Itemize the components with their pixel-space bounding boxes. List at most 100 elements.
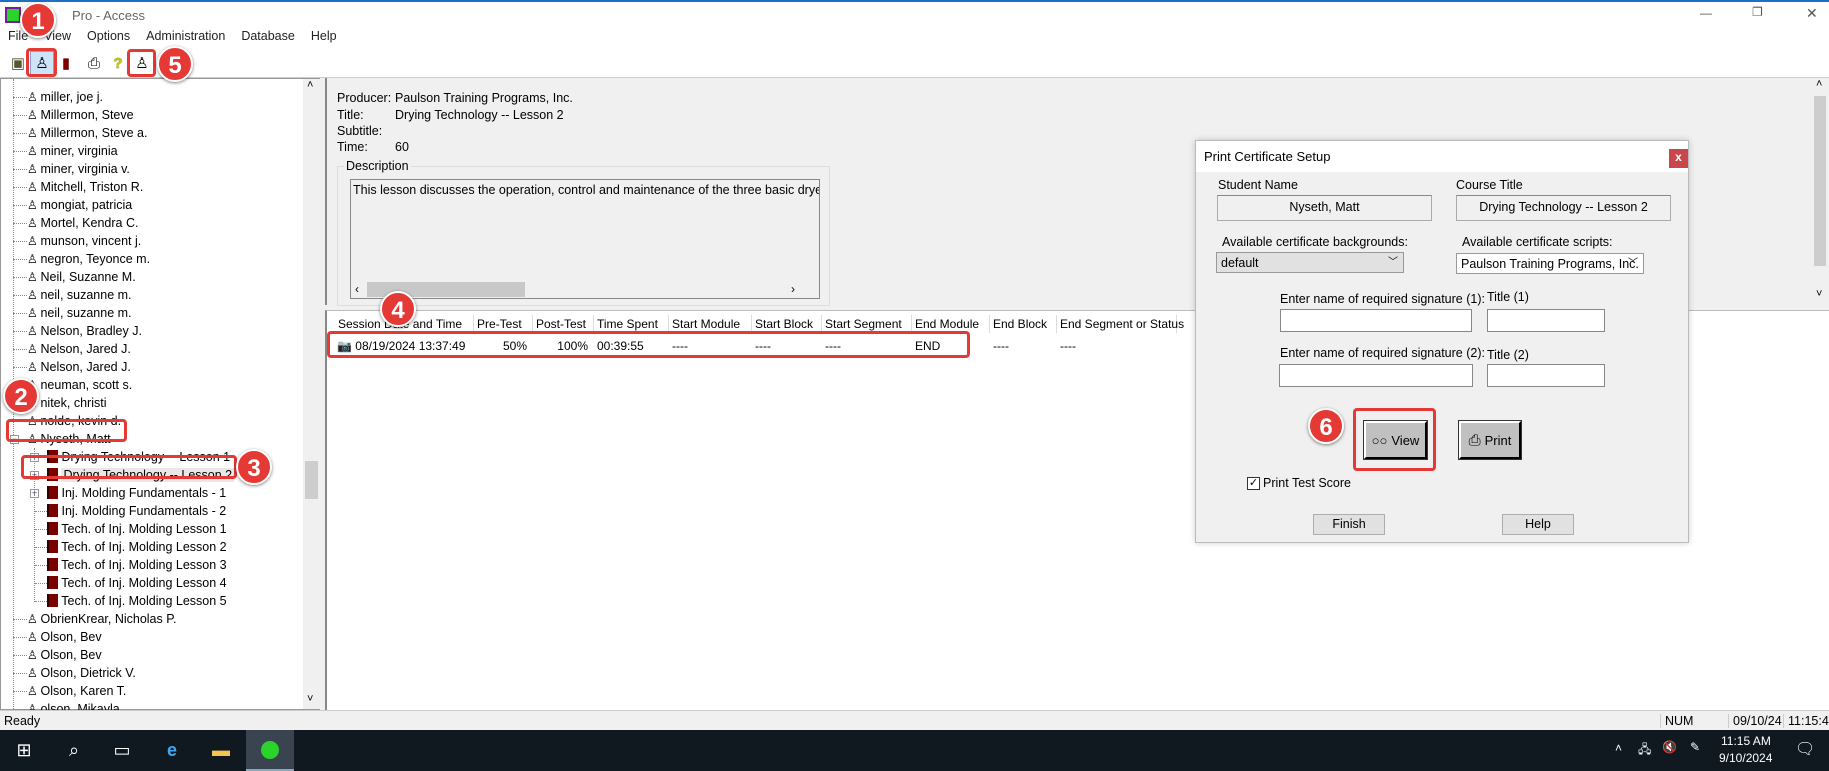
internet-explorer-icon[interactable]: e — [148, 730, 196, 771]
volume-muted-icon[interactable]: 🔇 — [1662, 740, 1677, 754]
tree-item-student[interactable]: ♙ ObrienKrear, Nicholas P. — [13, 610, 176, 628]
tray-chevron-icon[interactable]: ˄ — [1615, 741, 1622, 755]
scripts-select[interactable]: Paulson Training Programs, Inc. ﹀ — [1456, 253, 1644, 274]
scroll-down-icon[interactable]: ˅ — [307, 693, 313, 705]
highlight-certificate-toolbar — [127, 49, 156, 77]
course-name: Inj. Molding Fundamentals - 1 — [61, 486, 227, 500]
tree-item-course[interactable]: Tech. of Inj. Molding Lesson 5 — [35, 592, 227, 610]
person-icon: ♙ — [27, 306, 38, 320]
tree-item-student[interactable]: ♙ neil, suzanne m. — [13, 286, 132, 304]
search-icon[interactable]: ⌕ — [50, 730, 98, 771]
table-cell: ---- — [1060, 339, 1076, 353]
tree-item-course[interactable]: Inj. Molding Fundamentals - 2 — [35, 502, 227, 520]
tree-item-course[interactable]: + Inj. Molding Fundamentals - 1 — [30, 484, 227, 502]
tree-item-student[interactable]: ♙ Nelson, Jared J. — [13, 358, 131, 376]
tree-item-course[interactable]: Tech. of Inj. Molding Lesson 2 — [35, 538, 227, 556]
scroll-up-icon[interactable]: ˄ — [1816, 78, 1822, 90]
description-textarea[interactable]: This lesson discusses the operation, con… — [350, 179, 820, 299]
signature1-input[interactable] — [1280, 309, 1472, 332]
scroll-thumb[interactable] — [1814, 96, 1826, 266]
close-button[interactable]: ✕ — [1806, 5, 1818, 22]
network-icon[interactable]: 🖧 — [1638, 740, 1651, 761]
tree-item-student[interactable]: ♙ negron, Teyonce m. — [13, 250, 150, 268]
student-name: Olson, Bev — [40, 648, 102, 662]
course-title-label: Course Title — [1456, 178, 1523, 192]
column-header[interactable]: End Segment or Status — [1057, 315, 1184, 333]
signature2-label: Enter name of required signature (2): — [1280, 346, 1485, 360]
description-hscrollbar[interactable]: ‹ › — [351, 281, 803, 298]
book-icon[interactable]: ▮ — [54, 51, 78, 75]
pen-icon[interactable]: ✎ — [1690, 740, 1700, 754]
person-icon: ♙ — [27, 666, 38, 680]
printer-icon[interactable]: ⎙ — [82, 51, 106, 75]
tree-item-student[interactable]: ♙ miner, virginia v. — [13, 160, 130, 178]
tree-item-course[interactable]: Tech. of Inj. Molding Lesson 3 — [35, 556, 227, 574]
tree-item-student[interactable]: ♙ Olson, Karen T. — [13, 682, 127, 700]
student-name: miller, joe j. — [40, 90, 104, 104]
tree-item-student[interactable]: ♙ Neil, Suzanne M. — [13, 268, 136, 286]
backgrounds-select[interactable]: default ﹀ — [1216, 252, 1404, 273]
tree-item-student[interactable]: ♙ Mortel, Kendra C. — [13, 214, 138, 232]
windows-start-icon[interactable]: ⊞ — [0, 730, 48, 771]
print-test-score-checkbox[interactable]: ✓ — [1247, 477, 1260, 490]
course-name: Inj. Molding Fundamentals - 2 — [61, 504, 227, 518]
menu-administration[interactable]: Administration — [138, 26, 233, 46]
tree-item-course[interactable]: Tech. of Inj. Molding Lesson 4 — [35, 574, 227, 592]
annotation-badge-3: 3 — [236, 449, 272, 485]
clock-date[interactable]: 9/10/2024 — [1719, 751, 1772, 765]
scroll-thumb[interactable] — [305, 461, 318, 499]
person-icon: ♙ — [27, 270, 38, 284]
menu-help[interactable]: Help — [303, 26, 345, 46]
help-button[interactable]: Help — [1502, 514, 1574, 535]
task-view-icon[interactable]: ▭ — [98, 730, 146, 771]
scroll-up-icon[interactable]: ˄ — [307, 79, 313, 91]
highlight-session-row — [327, 331, 970, 358]
tree-item-student[interactable]: ♙ neil, suzanne m. — [13, 304, 132, 322]
info-scrollbar[interactable]: ˄ ˅ — [1811, 78, 1829, 305]
clock-time[interactable]: 11:15 AM — [1721, 734, 1771, 748]
time-label: Time: — [337, 140, 368, 154]
tree-item-student[interactable]: ♙ Millermon, Steve a. — [13, 124, 147, 142]
restore-button[interactable]: ❐ — [1752, 5, 1763, 19]
tree-item-course[interactable]: Tech. of Inj. Molding Lesson 1 — [35, 520, 227, 538]
tree-item-student[interactable]: ♙ Olson, Bev — [13, 646, 102, 664]
title1-input[interactable] — [1487, 309, 1605, 332]
tree-item-student[interactable]: ♙ miller, joe j. — [13, 88, 104, 106]
annotation-badge-4: 4 — [380, 291, 416, 327]
tree-scrollbar[interactable]: ˄ ˅ — [303, 79, 320, 709]
column-header[interactable]: End Block — [990, 315, 1057, 333]
signature2-input[interactable] — [1279, 364, 1473, 387]
student-name: Nelson, Jared J. — [40, 342, 131, 356]
tree-item-student[interactable]: ♙ mongiat, patricia — [13, 196, 132, 214]
dialog-close-button[interactable]: x — [1669, 149, 1688, 168]
tree-item-student[interactable]: ♙ Mitchell, Triston R. — [13, 178, 143, 196]
course-name: Tech. of Inj. Molding Lesson 5 — [61, 594, 227, 608]
tree-item-student[interactable]: ♙ Nelson, Jared J. — [13, 340, 131, 358]
person-icon: ♙ — [27, 180, 38, 194]
app-taskbar-icon[interactable] — [246, 730, 294, 771]
book-icon — [47, 558, 58, 571]
tree-item-student[interactable]: ♙ munson, vincent j. — [13, 232, 141, 250]
menu-database[interactable]: Database — [233, 26, 303, 46]
tree-item-student[interactable]: ♙ Nelson, Bradley J. — [13, 322, 142, 340]
scroll-right-icon[interactable]: › — [791, 282, 795, 296]
notifications-icon[interactable]: 🗨 — [1795, 739, 1815, 759]
scroll-down-icon[interactable]: ˅ — [1816, 288, 1822, 300]
tree-item-student[interactable]: ♙ Olson, Bev — [13, 628, 102, 646]
tree-item-student[interactable]: ♙ Millermon, Steve — [13, 106, 134, 124]
tree-item-student[interactable]: ♙ neuman, scott s. — [13, 376, 132, 394]
tree-item-student[interactable]: ♙ miner, virginia — [13, 142, 118, 160]
tree-item-student[interactable]: ♙ Olson, Dietrick V. — [13, 664, 136, 682]
print-button[interactable]: ⎙ Print — [1458, 420, 1522, 460]
description-group: Description This lesson discusses the op… — [337, 159, 830, 306]
finish-button[interactable]: Finish — [1313, 514, 1385, 535]
menu-options[interactable]: Options — [79, 26, 138, 46]
student-tree[interactable]: ♙ miller, joe j. ♙ Millermon, Steve ♙ Mill… — [0, 78, 320, 716]
person-icon: ♙ — [27, 612, 38, 626]
student-name: Olson, Karen T. — [40, 684, 127, 698]
file-explorer-icon[interactable]: ▬ — [197, 730, 245, 771]
person-icon: ♙ — [27, 288, 38, 302]
title2-input[interactable] — [1487, 364, 1605, 387]
minimize-button[interactable]: — — [1700, 6, 1712, 20]
scroll-left-icon[interactable]: ‹ — [355, 282, 359, 296]
